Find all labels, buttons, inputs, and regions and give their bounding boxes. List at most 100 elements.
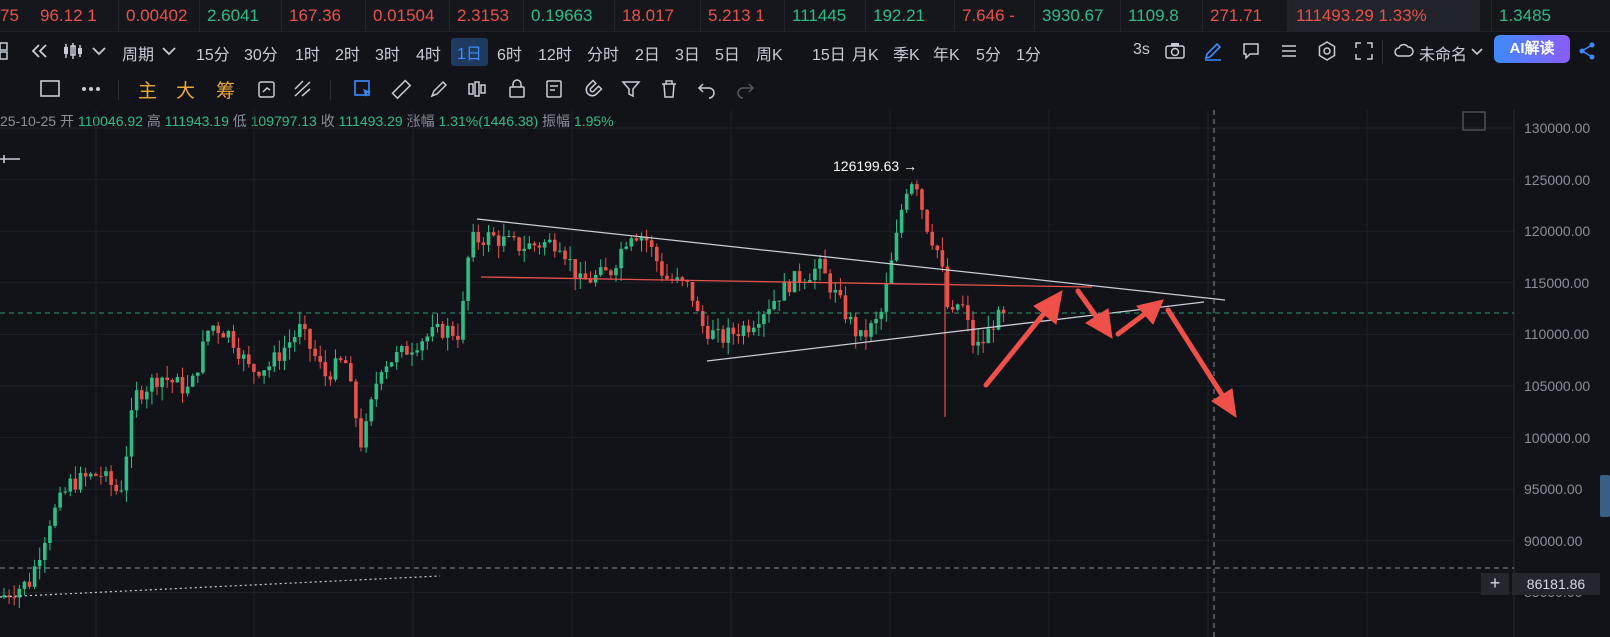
candle — [757, 310, 761, 337]
candle — [802, 278, 807, 290]
bars-pattern-icon[interactable] — [466, 78, 488, 100]
ticker-item[interactable]: 167.36 — [289, 6, 341, 26]
candle — [272, 345, 277, 373]
interval-tab[interactable]: 3日 — [675, 41, 700, 65]
refresh-rate[interactable]: 3s — [1133, 41, 1150, 59]
ticker-item[interactable]: 1109.8 — [1128, 6, 1179, 26]
candle — [349, 356, 353, 382]
ticker-separator — [523, 0, 524, 32]
ticker-item[interactable]: 7.646 - — [962, 6, 1015, 26]
ticker-separator — [700, 0, 701, 32]
camera-icon[interactable] — [1164, 40, 1186, 62]
interval-tab[interactable]: 周K — [756, 41, 783, 65]
eraser-lines-icon[interactable] — [292, 78, 314, 100]
pen-icon[interactable] — [1202, 40, 1224, 62]
candle — [313, 339, 317, 362]
interval-tab[interactable]: 6时 — [497, 41, 522, 65]
chevron-down-icon[interactable] — [88, 40, 110, 62]
chips-button[interactable]: 筹 — [216, 76, 235, 103]
right-panel-handle[interactable] — [1600, 475, 1610, 517]
ticker-item[interactable]: 271.71 — [1210, 6, 1262, 26]
horizontal-resistance-line[interactable] — [480, 276, 1093, 288]
comment-icon[interactable] — [1240, 40, 1262, 62]
candle — [961, 295, 965, 308]
trash-icon[interactable] — [658, 78, 680, 100]
candle — [777, 300, 781, 311]
interval-tab[interactable]: 月K — [852, 41, 879, 65]
rewind-icon[interactable] — [28, 40, 50, 62]
ticker-item[interactable]: 111493.29 1.33% — [1296, 6, 1427, 26]
price-chart[interactable] — [0, 110, 1610, 637]
interval-tab[interactable]: 年K — [933, 41, 960, 65]
period-selector[interactable]: 周期 — [122, 41, 154, 65]
ruler-icon[interactable] — [390, 78, 412, 100]
interval-tab[interactable]: 1时 — [295, 41, 320, 65]
chart-expand-icon[interactable] — [1462, 111, 1486, 131]
note-edit-icon[interactable] — [544, 78, 566, 100]
ticker-item[interactable]: 1.3485 — [1499, 6, 1551, 26]
interval-tab[interactable]: 3时 — [375, 41, 400, 65]
candle — [945, 258, 950, 310]
select-tool-icon[interactable] — [352, 78, 374, 100]
add-alert-button[interactable]: + — [1481, 573, 1509, 595]
interval-tab[interactable]: 5分 — [976, 41, 1001, 65]
rectangle-icon[interactable] — [39, 78, 61, 100]
cloud-icon[interactable] — [1393, 40, 1415, 62]
interval-tab[interactable]: 1日 — [451, 38, 488, 66]
sync-icon[interactable] — [256, 78, 278, 100]
candle — [73, 466, 78, 493]
magnet-icon[interactable] — [582, 78, 604, 100]
interval-tab[interactable]: 12时 — [538, 41, 572, 65]
candle — [680, 275, 685, 287]
layout-chevron-icon[interactable] — [1466, 40, 1488, 62]
undo-icon[interactable] — [696, 78, 718, 100]
ticker-item[interactable]: 75 — [0, 6, 19, 26]
redo-icon[interactable] — [734, 78, 756, 100]
interval-tab[interactable]: 4时 — [416, 41, 441, 65]
interval-tab[interactable]: 30分 — [244, 41, 278, 65]
ticker-item[interactable]: 5.213 1 — [708, 6, 765, 26]
settings-icon[interactable] — [1316, 40, 1338, 62]
ticker-item[interactable]: 0.01504 — [373, 6, 434, 26]
interval-tab[interactable]: 5日 — [715, 41, 740, 65]
share-icon[interactable] — [1576, 40, 1598, 62]
interval-tab[interactable]: 分时 — [587, 41, 619, 65]
ticker-item[interactable]: 96.12 1 — [40, 6, 97, 26]
ticker-item[interactable]: 192.21 — [873, 6, 925, 26]
brush-icon[interactable] — [428, 78, 450, 100]
lock-icon[interactable] — [506, 78, 528, 100]
interval-tab[interactable]: 15分 — [196, 41, 230, 65]
candle — [175, 373, 180, 383]
ticker-item[interactable]: 0.19663 — [531, 6, 592, 26]
interval-tab[interactable]: 2日 — [635, 41, 660, 65]
fullscreen-icon[interactable] — [1353, 40, 1375, 62]
candle — [99, 466, 103, 485]
ticker-item[interactable]: 2.6041 — [207, 6, 259, 26]
trendline-lower[interactable] — [706, 301, 1205, 362]
period-chevron-icon[interactable] — [158, 40, 180, 62]
layout-name[interactable]: 未命名 — [1419, 41, 1467, 65]
candle — [527, 236, 532, 250]
interval-tab[interactable]: 1分 — [1016, 41, 1041, 65]
candle — [517, 236, 521, 256]
list-icon[interactable] — [1278, 40, 1300, 62]
interval-tab[interactable]: 15日 — [812, 41, 846, 65]
ai-interpret-button[interactable]: AI解读 — [1494, 35, 1570, 63]
interval-tab[interactable]: 季K — [893, 41, 920, 65]
ticker-item[interactable]: 0.00402 — [126, 6, 187, 26]
interval-tab[interactable]: 2时 — [335, 41, 360, 65]
candlestick-icon[interactable] — [62, 40, 84, 62]
candle — [139, 385, 144, 405]
ticker-item[interactable]: 111445 — [792, 6, 846, 26]
more-icon[interactable] — [80, 78, 102, 100]
ticker-item[interactable]: 3930.67 — [1042, 6, 1103, 26]
dotted-support-line[interactable] — [0, 575, 441, 598]
main-chart-button[interactable]: 主 — [138, 76, 157, 103]
candle — [129, 397, 134, 469]
grid-icon[interactable] — [0, 40, 22, 62]
ticker-item[interactable]: 18.017 — [622, 6, 674, 26]
candle — [343, 355, 348, 364]
filter-icon[interactable] — [620, 78, 642, 100]
ticker-item[interactable]: 2.3153 — [457, 6, 509, 26]
large-order-button[interactable]: 大 — [176, 76, 195, 103]
